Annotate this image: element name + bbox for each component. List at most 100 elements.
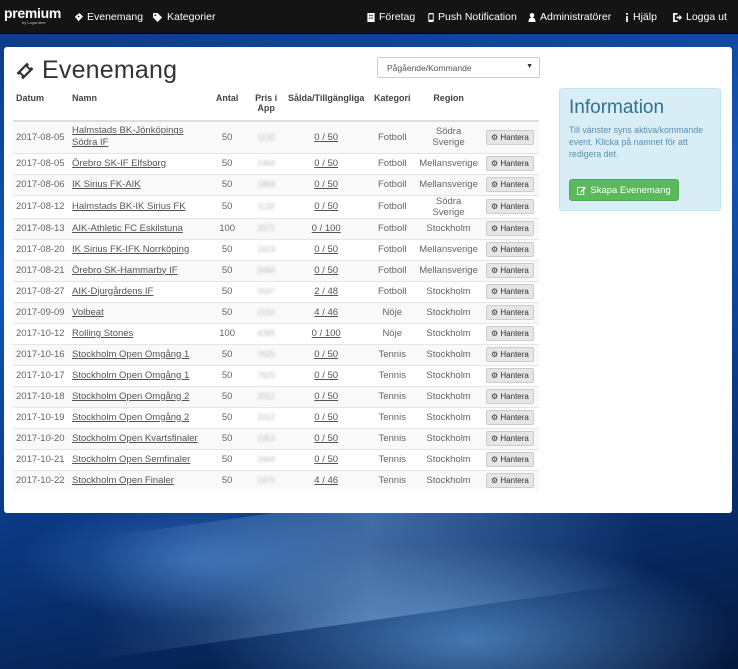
- event-name-link[interactable]: AIK-Athletic FC Eskilstuna: [72, 223, 183, 235]
- gear-icon: ⚙: [491, 371, 499, 380]
- manage-button[interactable]: ⚙ Hantera: [486, 263, 534, 278]
- manage-button[interactable]: ⚙ Hantera: [486, 177, 534, 192]
- sold-available-link[interactable]: 2 / 48: [314, 286, 338, 297]
- sold-available-link[interactable]: 0 / 100: [312, 328, 341, 339]
- cell-name: Stockholm Open Omgång 1: [69, 364, 207, 386]
- cell-date: 2017-10-19: [13, 406, 70, 428]
- header-name[interactable]: Namn: [69, 89, 207, 122]
- manage-button-label: Hantera: [500, 392, 529, 401]
- event-name-link[interactable]: Stockholm Open Kvartsfinaler: [72, 433, 198, 445]
- event-name-link[interactable]: Örebro SK-Hammarby IF: [72, 265, 178, 277]
- cell-region: Stockholm: [416, 322, 481, 344]
- sold-available-link[interactable]: 0 / 50: [314, 370, 338, 381]
- manage-button[interactable]: ⚙ Hantera: [486, 242, 534, 257]
- manage-button[interactable]: ⚙ Hantera: [486, 410, 534, 425]
- event-name-link[interactable]: AIK-Djurgårdens IF: [72, 286, 153, 298]
- nav-administratorer[interactable]: Administratörer: [528, 11, 611, 23]
- event-name-link[interactable]: Rolling Stones: [72, 328, 133, 340]
- header-region[interactable]: Region: [416, 89, 481, 122]
- cell-category: Fotboll: [368, 280, 417, 302]
- manage-button[interactable]: ⚙ Hantera: [486, 368, 534, 383]
- cell-region: Södra Sverige: [416, 194, 481, 218]
- gear-icon: ⚙: [491, 224, 499, 233]
- cell-region: Stockholm: [416, 364, 481, 386]
- event-name-link[interactable]: IK Sirius FK-AIK: [72, 179, 141, 191]
- manage-button[interactable]: ⚙ Hantera: [486, 221, 534, 236]
- price-value: 2494: [257, 266, 276, 275]
- header-count[interactable]: Antal: [206, 89, 249, 122]
- cell-region: Stockholm: [416, 427, 481, 449]
- sold-available-link[interactable]: 0 / 50: [314, 158, 338, 169]
- nav-logga-ut[interactable]: Logga ut: [673, 11, 727, 23]
- cell-name: Stockholm Open Omgång 2: [69, 406, 207, 428]
- cell-sold: 0 / 50: [284, 238, 369, 260]
- manage-button[interactable]: ⚙ Hantera: [486, 452, 534, 467]
- manage-button[interactable]: ⚙ Hantera: [486, 347, 534, 362]
- price-value: 3547: [257, 287, 276, 296]
- cell-price: 1619: [248, 238, 285, 260]
- cell-region: Stockholm: [416, 385, 481, 407]
- event-name-link[interactable]: Stockholm Open Omgång 1: [72, 370, 189, 382]
- brand-logo[interactable]: premium by Lagardère: [4, 6, 61, 26]
- manage-button[interactable]: ⚙ Hantera: [486, 431, 534, 446]
- manage-button[interactable]: ⚙ Hantera: [486, 305, 534, 320]
- sold-available-link[interactable]: 0 / 50: [314, 179, 338, 190]
- manage-button[interactable]: ⚙ Hantera: [486, 389, 534, 404]
- sold-available-link[interactable]: 0 / 50: [314, 265, 338, 276]
- sold-available-link[interactable]: 0 / 50: [314, 454, 338, 465]
- create-event-button[interactable]: Skapa Evenemang: [569, 179, 679, 201]
- mobile-icon: [428, 12, 434, 22]
- sold-available-link[interactable]: 0 / 100: [312, 223, 341, 234]
- manage-button[interactable]: ⚙ Hantera: [486, 473, 534, 489]
- cell-action: ⚙ Hantera: [480, 173, 539, 195]
- nav-push-notification[interactable]: Push Notification: [428, 11, 517, 23]
- header-price[interactable]: Pris i App: [248, 89, 285, 122]
- cell-category: Tennis: [368, 364, 417, 386]
- cell-region: Stockholm: [416, 217, 481, 239]
- header-sold[interactable]: Sålda/Tillgängliga: [284, 89, 369, 122]
- sold-available-link[interactable]: 0 / 50: [314, 349, 338, 360]
- nav-kategorier[interactable]: Kategorier: [153, 11, 215, 23]
- event-name-link[interactable]: Stockholm Open Omgång 1: [72, 349, 189, 361]
- cell-date: 2017-09-09: [13, 301, 70, 323]
- sold-available-link[interactable]: 4 / 46: [314, 307, 338, 318]
- create-event-label: Skapa Evenemang: [590, 184, 671, 196]
- nav-foretag[interactable]: Företag: [367, 11, 415, 23]
- manage-button[interactable]: ⚙ Hantera: [486, 129, 534, 145]
- event-name-link[interactable]: IK Sirius FK-IFK Norrköping: [72, 244, 189, 256]
- status-filter-select[interactable]: Pågående/Kommande ▼: [377, 57, 540, 78]
- nav-evenemang[interactable]: Evenemang: [74, 11, 143, 23]
- sold-available-link[interactable]: 0 / 50: [314, 244, 338, 255]
- cell-sold: 0 / 100: [284, 217, 369, 239]
- sold-available-link[interactable]: 0 / 50: [314, 201, 338, 212]
- sold-available-link[interactable]: 0 / 50: [314, 132, 338, 143]
- event-name-link[interactable]: Stockholm Open Semfinaler: [72, 454, 190, 466]
- cell-name: IK Sirius FK-AIK: [69, 173, 207, 195]
- cell-count: 50: [206, 120, 249, 153]
- manage-button[interactable]: ⚙ Hantera: [486, 199, 534, 214]
- table-row: 2017-08-20 IK Sirius FK-IFK Norrköping 50 1…: [13, 238, 539, 260]
- header-date[interactable]: Datum: [13, 89, 70, 122]
- sold-available-link[interactable]: 4 / 46: [314, 475, 338, 486]
- main-panel: Evenemang Pågående/Kommande ▼ Datum Namn…: [4, 47, 732, 513]
- header-category[interactable]: Kategori: [368, 89, 417, 122]
- cell-date: 2017-08-12: [13, 194, 70, 218]
- manage-button[interactable]: ⚙ Hantera: [486, 284, 534, 299]
- cell-name: Stockholm Open Omgång 2: [69, 385, 207, 407]
- event-name-link[interactable]: Stockholm Open Omgång 2: [72, 412, 189, 424]
- event-name-link[interactable]: Halmstads BK-Jönköpings Södra IF: [72, 125, 203, 149]
- cell-category: Tennis: [368, 406, 417, 428]
- nav-hjalp[interactable]: Hjälp: [625, 11, 657, 23]
- event-name-link[interactable]: Stockholm Open Omgång 2: [72, 391, 189, 403]
- manage-button[interactable]: ⚙ Hantera: [486, 156, 534, 171]
- sold-available-link[interactable]: 0 / 50: [314, 433, 338, 444]
- event-name-link[interactable]: Halmstads BK-IK Sirius FK: [72, 201, 186, 213]
- event-name-link[interactable]: Volbeat: [72, 307, 104, 319]
- cell-price: 1869: [248, 173, 285, 195]
- event-name-link[interactable]: Örebro SK-IF Elfsborg: [72, 158, 166, 170]
- manage-button[interactable]: ⚙ Hantera: [486, 326, 534, 341]
- event-name-link[interactable]: Stockholm Open Finaler: [72, 475, 174, 487]
- sold-available-link[interactable]: 0 / 50: [314, 412, 338, 423]
- sold-available-link[interactable]: 0 / 50: [314, 391, 338, 402]
- cell-price: 3444: [248, 448, 285, 470]
